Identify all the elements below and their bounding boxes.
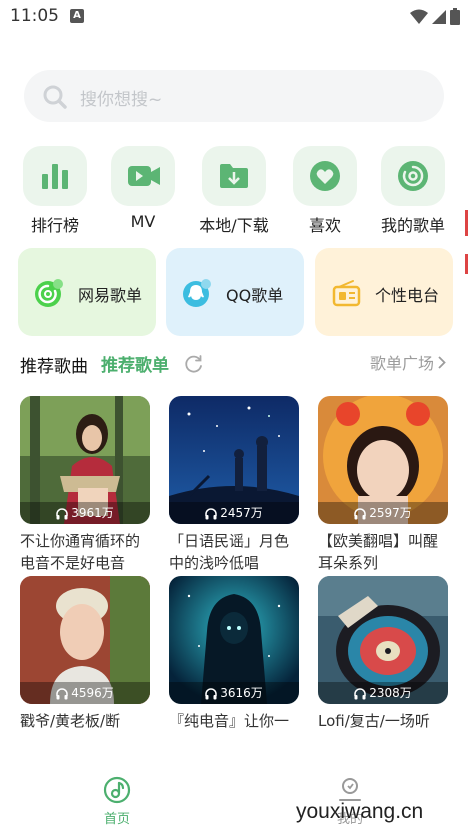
netease-icon	[35, 279, 63, 307]
home-music-icon	[103, 776, 131, 804]
category-label: 个性电台	[375, 286, 440, 305]
quick-action-label: 喜欢	[308, 216, 341, 235]
quick-action-my-playlists-box	[381, 146, 445, 206]
play-count: 3616万	[169, 682, 299, 704]
headphones-icon	[205, 507, 217, 519]
quick-actions: 排行榜 MV 本地/下载 喜欢 我的歌单	[0, 146, 468, 236]
status-bar: 11:05 A	[0, 0, 468, 34]
play-count: 2308万	[318, 682, 448, 704]
play-count: 4596万	[20, 682, 150, 704]
headphones-icon	[56, 507, 68, 519]
video-camera-icon	[128, 166, 160, 186]
play-count-value: 3616万	[220, 686, 263, 700]
search-input[interactable]: 搜你想搜~	[24, 70, 444, 122]
quick-action-label: 本地/下载	[199, 216, 269, 235]
playlist-cover: 2597万	[318, 396, 448, 524]
playlist-cover: 2308万	[318, 576, 448, 704]
quick-action-mv[interactable]: MV	[98, 146, 188, 236]
playlist-title: Lofi/复古/一场听	[318, 712, 430, 730]
disc-icon	[398, 161, 428, 191]
category-label: QQ歌单	[226, 286, 284, 305]
quick-action-like[interactable]: 喜欢	[280, 146, 370, 236]
playlist-cover: 4596万	[20, 576, 150, 704]
nav-item-home[interactable]: 首页	[77, 776, 157, 827]
category-netease[interactable]: 网易歌单	[18, 248, 156, 336]
notification-icon: A	[70, 9, 84, 23]
play-count: 3961万	[20, 502, 150, 524]
tab-recommend-playlists[interactable]: 推荐歌单	[101, 351, 169, 376]
quick-action-mv-box	[111, 146, 175, 206]
quick-action-rank[interactable]: 排行榜	[10, 146, 100, 236]
play-count-value: 2308万	[369, 686, 412, 700]
signal-icon	[432, 9, 446, 24]
tab-recommend-songs[interactable]: 推荐歌曲	[20, 352, 88, 377]
battery-icon	[450, 8, 460, 25]
headphones-icon	[56, 687, 68, 699]
play-count: 2597万	[318, 502, 448, 524]
heart-icon	[310, 161, 340, 191]
playlist-title: 「日语民谣」月色中的浅吟低唱	[169, 532, 290, 572]
playlist-cover: 3961万	[20, 396, 150, 524]
playlist-plaza-link[interactable]: 歌单广场	[370, 350, 446, 374]
playlist-cover: 3616万	[169, 576, 299, 704]
category-label: 网易歌单	[78, 286, 143, 305]
qq-icon	[183, 279, 211, 307]
headphones-icon	[354, 507, 366, 519]
nav-label-home: 首页	[103, 812, 130, 827]
search-placeholder: 搜你想搜~	[80, 90, 163, 110]
folder-download-icon	[220, 164, 248, 188]
recommend-section-header: 推荐歌曲 推荐歌单 歌单广场	[0, 350, 468, 380]
status-icons	[410, 8, 460, 25]
play-count-value: 2457万	[220, 506, 263, 520]
bar-chart-icon	[42, 164, 68, 189]
status-time: 11:05	[10, 6, 59, 26]
chevron-right-icon	[438, 356, 446, 369]
headphones-icon	[354, 687, 366, 699]
quick-action-like-box	[293, 146, 357, 206]
play-count-value: 2597万	[369, 506, 412, 520]
quick-action-local-download[interactable]: 本地/下载	[189, 146, 279, 236]
quick-action-label: 排行榜	[30, 216, 79, 235]
play-count-value: 3961万	[71, 506, 114, 520]
quick-action-local-box	[202, 146, 266, 206]
quick-action-my-playlists[interactable]: 我的歌单	[368, 146, 458, 236]
quick-action-label: MV	[130, 212, 156, 231]
wifi-icon	[410, 9, 428, 24]
quick-action-rank-box	[23, 146, 87, 206]
play-count-value: 4596万	[71, 686, 114, 700]
play-count: 2457万	[169, 502, 299, 524]
search-icon	[43, 85, 67, 109]
headphones-icon	[205, 687, 217, 699]
quick-action-label: 我的歌单	[380, 216, 445, 235]
playlist-title: 【欧美翻唱】叫醒耳朵系列	[318, 532, 439, 572]
playlist-title: 戳爷/黄老板/断	[20, 712, 121, 730]
radio-icon	[332, 280, 361, 307]
refresh-icon[interactable]	[184, 354, 204, 374]
playlist-plaza-label: 歌单广场	[370, 354, 435, 373]
playlist-title: 『纯电音』让你一	[169, 712, 290, 730]
playlist-cover: 2457万	[169, 396, 299, 524]
category-radio[interactable]: 个性电台	[315, 248, 453, 336]
category-qq[interactable]: QQ歌单	[166, 248, 304, 336]
playlist-title: 不让你通宵循环的电音不是好电音	[20, 532, 141, 572]
watermark: youxiwang.cn	[296, 800, 424, 823]
